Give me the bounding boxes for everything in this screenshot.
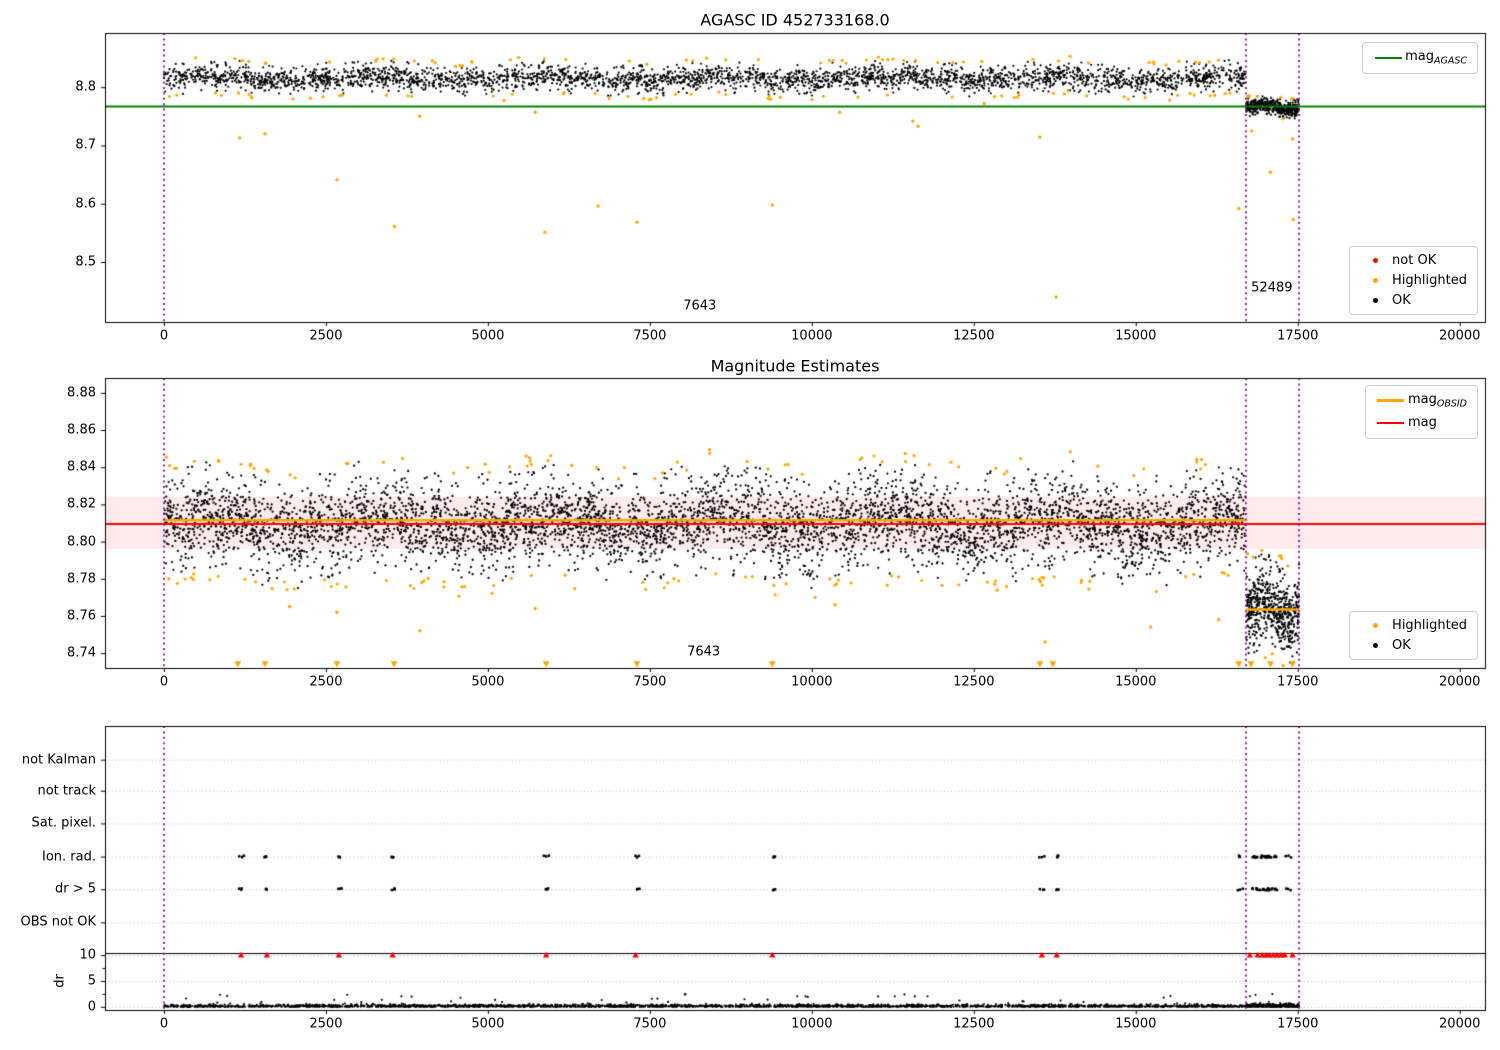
legend-handle — [1358, 643, 1392, 648]
legend-label-highlighted2: Highlighted — [1392, 618, 1467, 633]
legend-item-highlighted2: Highlighted — [1358, 618, 1467, 633]
legend-handle — [1358, 298, 1392, 303]
x-tick-label: 7500 — [633, 674, 667, 690]
x-tick-label: 20000 — [1439, 1016, 1481, 1032]
y-tick-label: 8.74 — [67, 645, 96, 661]
legend-label-highlighted: Highlighted — [1392, 273, 1467, 288]
annotation-count-52489-plot1: 52489 — [1251, 280, 1293, 296]
legend-item-mag: mag — [1374, 415, 1467, 433]
x-tick-label: 5000 — [471, 328, 505, 344]
x-tick-label: 0 — [159, 328, 169, 344]
orange-dot-swatch — [1372, 623, 1378, 628]
x-tick-label: 0 — [159, 674, 169, 690]
x-tick-label: 17500 — [1277, 674, 1319, 690]
legend-plot1-markers: not OK Highlighted OK — [1349, 246, 1478, 315]
legend-handle — [1374, 399, 1408, 403]
x-tick-label: 20000 — [1439, 328, 1481, 344]
x-tick-label: 2500 — [309, 328, 343, 344]
legend-plot2-lines: magOBSID mag — [1364, 385, 1478, 440]
legend-label-ok2: OK — [1392, 638, 1411, 653]
annotation-count-7643-plot2: 7643 — [687, 644, 721, 660]
x-tick-label: 15000 — [1115, 1016, 1157, 1032]
y-tick-label: 8.7 — [75, 137, 96, 153]
y-tick-label: 8.86 — [67, 422, 96, 438]
figure: AGASC ID 452733168.0 Magnitude Estimates… — [0, 0, 1500, 1050]
black-dot-swatch — [1372, 643, 1378, 648]
x-tick-label: 12500 — [953, 328, 995, 344]
orange-dot-swatch — [1372, 278, 1378, 283]
legend-handle — [1358, 278, 1392, 283]
annotation-count-7643-plot1: 7643 — [683, 298, 717, 314]
legend-label-mag: mag — [1407, 414, 1437, 430]
legend-item-highlighted: Highlighted — [1358, 273, 1467, 288]
x-tick-label: 7500 — [633, 1016, 667, 1032]
dr-tick-label: 10 — [79, 947, 96, 963]
plot1-title: AGASC ID 452733168.0 — [700, 10, 890, 30]
x-tick-label: 17500 — [1277, 328, 1319, 344]
legend-item-ok2: OK — [1358, 638, 1467, 653]
x-tick-label: 15000 — [1115, 328, 1157, 344]
x-tick-label: 5000 — [471, 674, 505, 690]
x-tick-label: 0 — [159, 1016, 169, 1032]
legend-label-not-ok: not OK — [1392, 253, 1437, 268]
flag-category-label: OBS not OK — [20, 914, 97, 930]
flag-category-label: Sat. pixel. — [31, 815, 96, 831]
dr-tick-label: 0 — [87, 999, 96, 1015]
y-tick-label: 8.80 — [67, 534, 96, 550]
x-tick-label: 5000 — [471, 1016, 505, 1032]
legend-label-mag-agasc: magAGASC — [1405, 49, 1467, 67]
legend-handle — [1358, 258, 1392, 263]
flag-category-label: Ion. rad. — [42, 849, 96, 865]
x-tick-label: 2500 — [309, 674, 343, 690]
y-tick-label: 8.82 — [67, 496, 96, 512]
legend-mag-agasc: magAGASC — [1362, 42, 1478, 74]
x-tick-label: 12500 — [953, 1016, 995, 1032]
legend-handle — [1374, 422, 1408, 425]
dr-tick-label: 5 — [87, 973, 96, 989]
red-dot-swatch — [1372, 258, 1378, 263]
y-tick-label: 8.78 — [67, 571, 96, 587]
plots-canvas — [0, 0, 1500, 1050]
y-tick-label: 8.5 — [75, 254, 96, 270]
legend-handle — [1358, 623, 1392, 628]
legend-handle — [1371, 56, 1405, 59]
legend-item-mag-obsid: magOBSID — [1374, 392, 1467, 410]
x-tick-label: 2500 — [309, 1016, 343, 1032]
x-tick-label: 7500 — [633, 328, 667, 344]
x-tick-label: 20000 — [1439, 674, 1481, 690]
legend-item-not-ok: not OK — [1358, 253, 1467, 268]
x-tick-label: 15000 — [1115, 674, 1157, 690]
legend-item-mag-agasc: magAGASC — [1371, 49, 1467, 67]
x-tick-label: 10000 — [791, 328, 833, 344]
x-tick-label: 10000 — [791, 674, 833, 690]
dr-axis-label: dr — [52, 974, 68, 988]
flag-category-label: dr > 5 — [54, 881, 96, 897]
legend-label-ok: OK — [1392, 293, 1411, 308]
legend-item-ok: OK — [1358, 293, 1467, 308]
y-tick-label: 8.76 — [67, 608, 96, 624]
x-tick-label: 10000 — [791, 1016, 833, 1032]
flag-category-label: not Kalman — [21, 752, 96, 768]
black-dot-swatch — [1372, 298, 1378, 303]
x-tick-label: 12500 — [953, 674, 995, 690]
y-tick-label: 8.88 — [67, 385, 96, 401]
orange-line-swatch — [1377, 399, 1405, 403]
y-tick-label: 8.84 — [67, 459, 96, 475]
legend-label-mag-obsid: magOBSID — [1407, 392, 1467, 410]
y-tick-label: 8.8 — [75, 79, 96, 95]
x-tick-label: 17500 — [1277, 1016, 1319, 1032]
legend-plot2-markers: Highlighted OK — [1349, 611, 1478, 660]
red-line-swatch — [1377, 422, 1405, 425]
flag-category-label: not track — [37, 783, 96, 799]
green-line-swatch — [1374, 56, 1402, 59]
y-tick-label: 8.6 — [75, 196, 96, 212]
plot2-title: Magnitude Estimates — [710, 356, 880, 376]
